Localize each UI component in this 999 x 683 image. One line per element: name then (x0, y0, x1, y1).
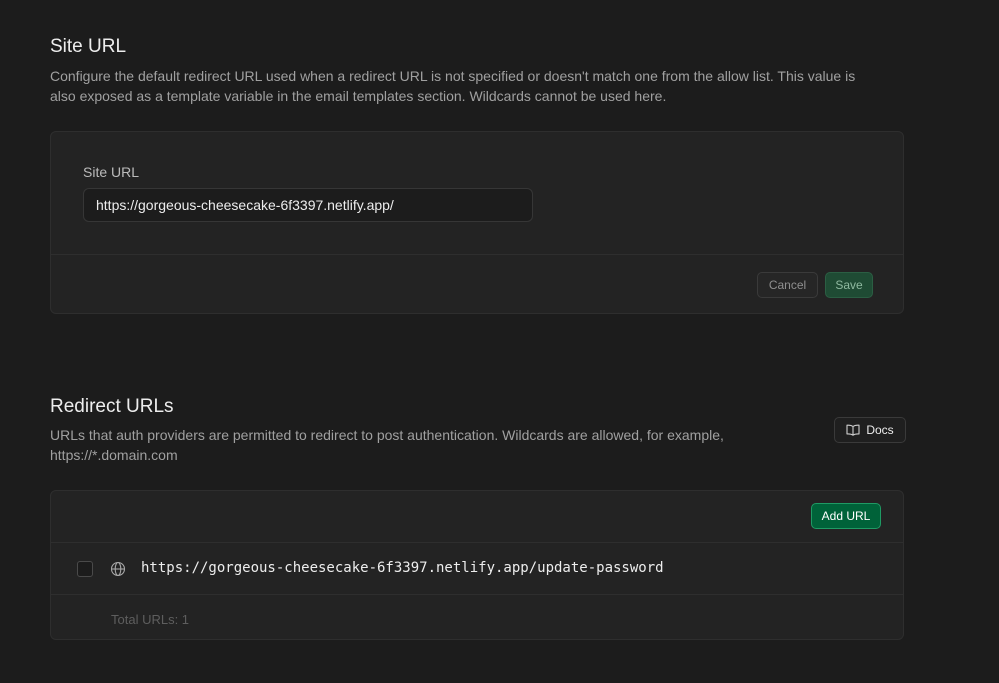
add-url-button[interactable]: Add URL (811, 503, 881, 529)
site-url-title: Site URL (50, 36, 127, 57)
site-url-card: Site URL Cancel Save (50, 131, 904, 314)
redirect-urls-card: Add URL https://gorgeous-cheesecake-6f33… (50, 490, 904, 640)
save-button[interactable]: Save (825, 272, 873, 298)
table-footer: Total URLs: 1 (51, 594, 903, 641)
redirect-urls-description-line2: https://*.domain.com (50, 447, 178, 463)
site-url-card-footer: Cancel Save (51, 254, 903, 313)
table-row: https://gorgeous-cheesecake-6f3397.netli… (51, 542, 903, 595)
site-url-field-label: Site URL (83, 164, 140, 180)
site-url-description-line2: also exposed as a template variable in t… (50, 88, 667, 104)
book-open-icon (846, 424, 860, 436)
site-url-description: Configure the default redirect URL used … (50, 66, 855, 106)
cancel-button[interactable]: Cancel (757, 272, 818, 298)
site-url-description-line1: Configure the default redirect URL used … (50, 68, 856, 84)
site-url-input[interactable] (83, 188, 533, 222)
redirect-urls-description-line1: URLs that auth providers are permitted t… (50, 427, 724, 443)
url-row-checkbox[interactable] (77, 561, 93, 577)
globe-icon (110, 561, 126, 577)
redirect-urls-description: URLs that auth providers are permitted t… (50, 425, 724, 465)
total-urls-count: Total URLs: 1 (111, 612, 190, 627)
docs-button[interactable]: Docs (834, 417, 906, 443)
redirect-urls-title: Redirect URLs (50, 396, 174, 417)
redirect-url-text: https://gorgeous-cheesecake-6f3397.netli… (141, 560, 664, 576)
docs-label: Docs (866, 423, 894, 437)
